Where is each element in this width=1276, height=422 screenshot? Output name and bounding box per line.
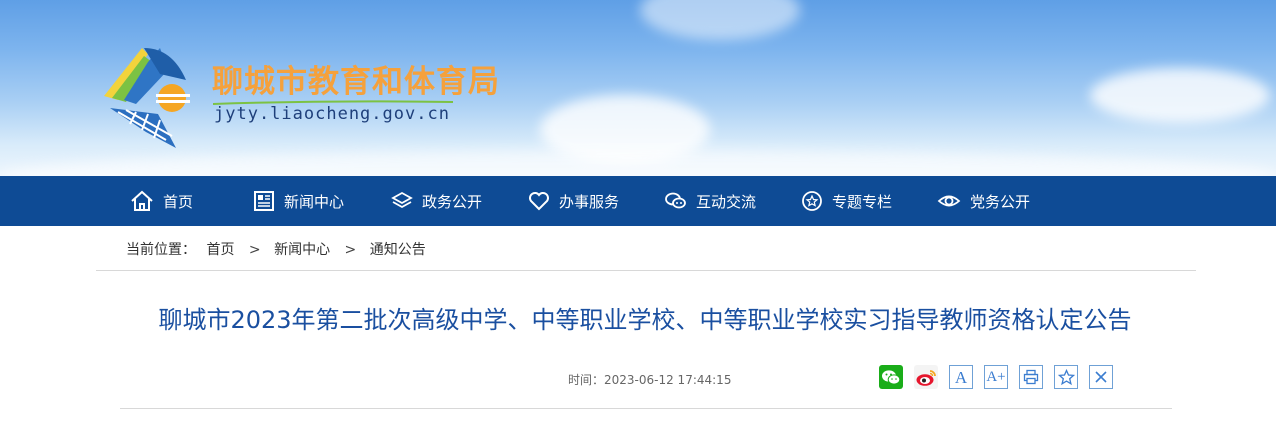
star-circle-icon	[802, 191, 822, 211]
favorite-button[interactable]	[1054, 365, 1078, 389]
close-button[interactable]	[1089, 365, 1113, 389]
site-url: jyty.liaocheng.gov.cn	[214, 104, 450, 124]
breadcrumb: 当前位置： 首页 > 新闻中心 > 通知公告	[126, 239, 432, 259]
chat-icon	[665, 192, 686, 209]
font-increase-icon: A+	[986, 368, 1006, 385]
print-icon	[1023, 369, 1039, 385]
cloud-decoration	[1090, 68, 1270, 123]
share-wechat-button[interactable]	[879, 365, 903, 389]
divider	[96, 270, 1196, 271]
eye-icon	[937, 195, 961, 207]
print-button[interactable]	[1019, 365, 1043, 389]
font-increase-button[interactable]: A+	[984, 365, 1008, 389]
cloud-decoration	[0, 150, 1276, 176]
bureau-logo-icon[interactable]	[96, 40, 196, 152]
nav-item-home[interactable]: 首页	[130, 176, 193, 226]
breadcrumb-prefix: 当前位置：	[126, 242, 196, 258]
breadcrumb-separator: >	[248, 242, 261, 258]
nav-label: 办事服务	[559, 192, 620, 211]
nav-item-government-affairs[interactable]: 政务公开	[391, 176, 482, 226]
divider	[120, 408, 1172, 409]
share-toolbar: A A+	[879, 365, 1124, 389]
layers-icon	[391, 191, 413, 209]
breadcrumb-link-notices[interactable]: 通知公告	[370, 242, 426, 258]
nav-item-special-topics[interactable]: 专题专栏	[801, 176, 892, 226]
heart-icon	[529, 192, 549, 211]
main-nav: 首页 新闻中心 政务公开 办事服务 互动交流 专题专栏 党务公开	[0, 176, 1276, 226]
newspaper-icon	[254, 191, 274, 211]
publish-time: 时间：2023-06-12 17:44:15	[568, 373, 732, 387]
breadcrumb-link-news[interactable]: 新闻中心	[274, 242, 330, 258]
nav-item-party-affairs[interactable]: 党务公开	[937, 176, 1030, 226]
home-icon	[131, 190, 153, 211]
wechat-icon	[882, 369, 901, 385]
font-decrease-icon: A	[955, 369, 967, 386]
nav-item-services[interactable]: 办事服务	[528, 176, 619, 226]
cloud-decoration	[640, 0, 800, 40]
nav-item-interaction[interactable]: 互动交流	[664, 176, 756, 226]
nav-label: 互动交流	[696, 192, 757, 211]
site-title: 聊城市教育和体育局	[212, 64, 500, 100]
nav-label: 首页	[163, 192, 194, 211]
favorite-icon	[1057, 368, 1075, 385]
breadcrumb-separator: >	[344, 242, 357, 258]
share-weibo-button[interactable]	[914, 365, 938, 389]
nav-label: 专题专栏	[832, 192, 893, 211]
article-title: 聊城市2023年第二批次高级中学、中等职业学校、中等职业学校实习指导教师资格认定…	[158, 306, 1132, 334]
font-decrease-button[interactable]: A	[949, 365, 973, 389]
weibo-icon	[916, 369, 936, 386]
nav-label: 党务公开	[970, 192, 1031, 211]
nav-label: 政务公开	[422, 192, 483, 211]
close-icon	[1095, 371, 1107, 383]
breadcrumb-link-home[interactable]: 首页	[206, 242, 234, 258]
nav-label: 新闻中心	[284, 192, 345, 211]
font-increase-label: A+	[986, 368, 1006, 385]
nav-item-news[interactable]: 新闻中心	[253, 176, 344, 226]
font-decrease-label: A	[954, 367, 968, 387]
header-banner: 聊城市教育和体育局 jyty.liaocheng.gov.cn	[0, 0, 1276, 176]
